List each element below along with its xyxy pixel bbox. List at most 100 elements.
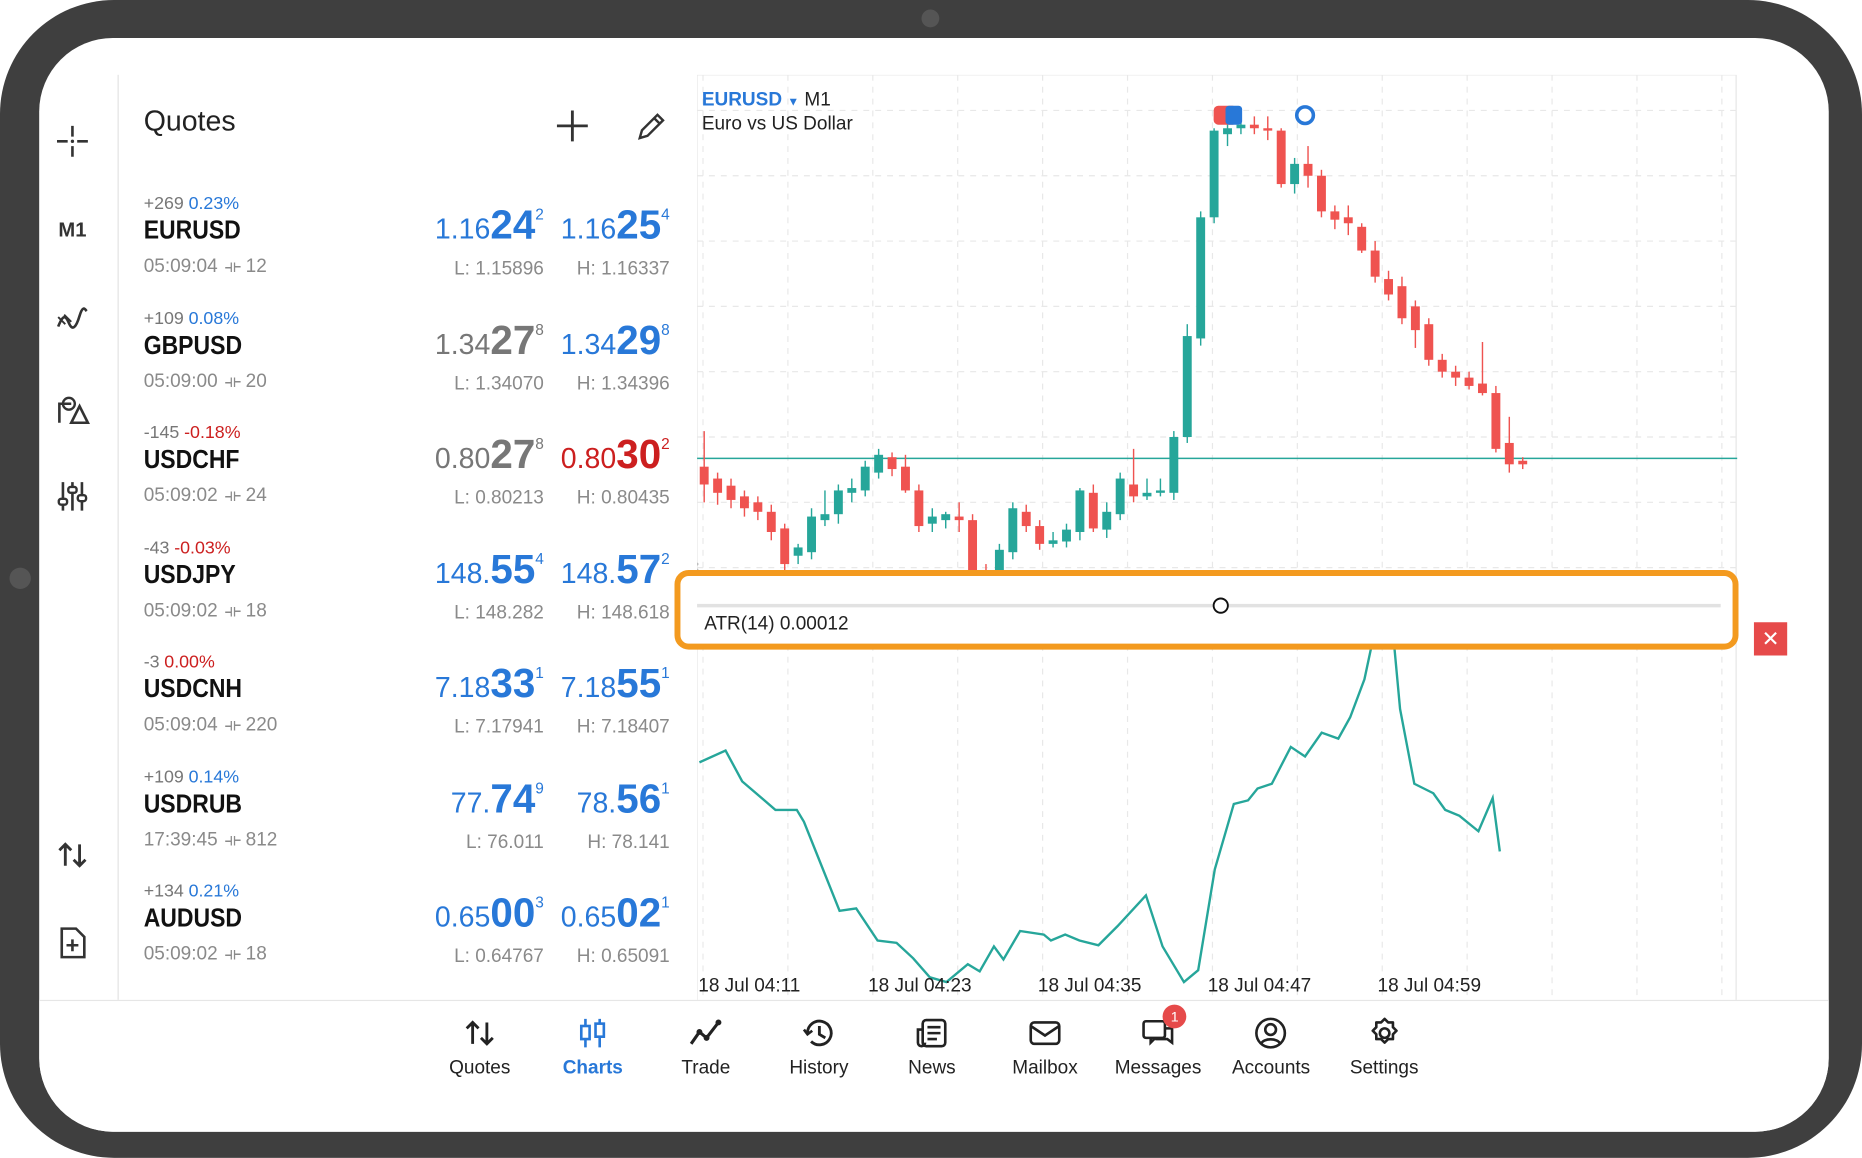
quote-row[interactable]: +134 0.21% AUDUSD 05:09:02 ⟛ 18 0.65003 0.65021… bbox=[119, 881, 699, 995]
ask-price: 0.65021 bbox=[561, 891, 670, 937]
candle-body bbox=[1169, 437, 1179, 493]
nav-mailbox[interactable]: Mailbox bbox=[990, 1015, 1099, 1079]
quote-timestamp: 05:09:02 bbox=[143, 485, 218, 506]
bid-price-prefix: 148. bbox=[434, 557, 491, 590]
candle-body bbox=[1155, 490, 1165, 493]
nav-label: History bbox=[789, 1058, 849, 1079]
quote-timestamp: 17:39:45 bbox=[143, 829, 218, 850]
objects-tool[interactable] bbox=[49, 386, 97, 434]
change-percent: 0.23% bbox=[188, 193, 240, 214]
candle-body bbox=[968, 520, 978, 572]
quote-row[interactable]: +109 0.08% GBPUSD 05:09:00 ⟛ 20 1.34278 1.34298… bbox=[119, 308, 699, 422]
quote-row[interactable]: +269 0.23% EURUSD 05:09:04 ⟛ 12 1.16242 1.16254… bbox=[119, 194, 699, 308]
candle-body bbox=[1048, 540, 1058, 544]
candle-body bbox=[1088, 492, 1098, 529]
candle-body bbox=[1437, 359, 1447, 372]
chart-settings-tool[interactable] bbox=[49, 473, 97, 521]
candle-body bbox=[1397, 286, 1407, 319]
candle-body bbox=[793, 547, 803, 556]
remove-indicator-button[interactable]: ✕ bbox=[1753, 622, 1788, 656]
change-percent: 0.08% bbox=[188, 308, 240, 329]
chart-symbol[interactable]: EURUSD bbox=[702, 90, 782, 110]
candle-body bbox=[1303, 163, 1313, 176]
candle-body bbox=[1478, 383, 1487, 394]
edit-symbols-button[interactable] bbox=[632, 106, 672, 146]
bid-price-fraction: 8 bbox=[535, 434, 544, 453]
bid-price: 0.65003 bbox=[435, 891, 544, 937]
nav-settings[interactable]: Settings bbox=[1330, 1015, 1439, 1079]
quote-timestamp: 05:09:04 bbox=[143, 256, 218, 277]
ask-price: 0.80302 bbox=[561, 432, 670, 478]
candle-body bbox=[847, 488, 857, 493]
quote-spread: 18 bbox=[245, 600, 267, 621]
ask-price: 1.16254 bbox=[561, 203, 670, 249]
crosshair-tool[interactable] bbox=[49, 118, 97, 166]
ask-price-prefix: 0.65 bbox=[560, 901, 617, 934]
candle-body bbox=[1370, 250, 1380, 277]
candle-body bbox=[713, 478, 723, 493]
candle-body bbox=[1424, 324, 1434, 360]
ask-price-fraction: 1 bbox=[661, 778, 670, 797]
nav-messages[interactable]: 1 Messages bbox=[1103, 1004, 1212, 1079]
ask-price-prefix: 7.18 bbox=[560, 672, 617, 705]
atr-indicator-header[interactable]: ATR(14) 0.00012 bbox=[674, 570, 1739, 650]
timeframe-button[interactable]: M1 bbox=[49, 207, 97, 255]
order-marker-icon[interactable] bbox=[1294, 105, 1316, 126]
new-order-tool[interactable] bbox=[49, 919, 97, 967]
price-chart[interactable] bbox=[690, 74, 1738, 1013]
quote-row[interactable]: +109 0.14% USDRUB 17:39:45 ⟛ 812 77.749 78.561 L… bbox=[119, 767, 699, 881]
add-symbol-button[interactable] bbox=[552, 106, 592, 146]
nav-charts[interactable]: Charts bbox=[538, 1015, 647, 1079]
indicators-tool[interactable] bbox=[49, 295, 97, 343]
quote-row[interactable]: -43 -0.03% USDJPY 05:09:02 ⟛ 18 148.554 148.572… bbox=[119, 537, 699, 651]
quote-timestamp: 05:09:02 bbox=[143, 944, 218, 965]
change-percent: 0.00% bbox=[164, 651, 215, 673]
bid-price: 77.749 bbox=[451, 776, 544, 822]
sliders-icon bbox=[57, 482, 88, 511]
symbol-dropdown-icon[interactable]: ▼ bbox=[787, 96, 799, 109]
nav-quotes[interactable]: Quotes bbox=[425, 1015, 534, 1079]
candle-body bbox=[954, 516, 964, 521]
trade-arrows-tool[interactable] bbox=[49, 831, 97, 879]
quote-spread: 812 bbox=[245, 829, 278, 850]
quote-time: 05:09:02 ⟛ 18 bbox=[144, 944, 267, 965]
candle-body bbox=[1035, 526, 1045, 544]
time-axis-label: 18 Jul 04:47 bbox=[1207, 976, 1312, 997]
nav-trade[interactable]: Trade bbox=[651, 1015, 760, 1079]
quote-change: +269 0.23% bbox=[144, 194, 239, 214]
candle-body bbox=[726, 485, 736, 500]
quote-symbol: USDCNH bbox=[143, 673, 243, 703]
crosshair-icon bbox=[57, 125, 88, 157]
chart-area[interactable]: EURUSD ▼ M1 Euro vs US Dollar bbox=[690, 74, 1738, 1013]
candle-body bbox=[1518, 460, 1528, 465]
quote-row[interactable]: -145 -0.18% USDCHF 05:09:02 ⟛ 24 0.80278 0.8030… bbox=[119, 423, 699, 537]
ask-price-prefix: 148. bbox=[560, 557, 617, 590]
bid-price-prefix: 1.16 bbox=[434, 213, 491, 246]
high-price: H: 1.16337 bbox=[576, 258, 670, 280]
quote-row[interactable]: -3 0.00% USDCNH 05:09:04 ⟛ 220 7.18331 7.18551 L… bbox=[119, 652, 699, 766]
candle-body bbox=[1343, 217, 1353, 224]
nav-label: Quotes bbox=[449, 1058, 511, 1079]
low-price: L: 148.282 bbox=[454, 602, 544, 623]
nav-label: Charts bbox=[562, 1058, 623, 1079]
ask-price-pips: 25 bbox=[616, 203, 662, 249]
change-percent: -0.03% bbox=[174, 537, 231, 558]
candle-body bbox=[1062, 529, 1071, 542]
spread-icon: ⟛ bbox=[224, 714, 241, 736]
candle-body bbox=[1410, 306, 1420, 331]
nav-news[interactable]: News bbox=[877, 1015, 986, 1079]
ask-price: 1.34298 bbox=[561, 318, 670, 364]
bid-price: 7.18331 bbox=[435, 661, 544, 707]
quotes-title: Quotes bbox=[143, 105, 236, 138]
news-icon bbox=[877, 1015, 986, 1051]
change-points: -43 bbox=[143, 537, 170, 558]
settings-icon bbox=[1330, 1015, 1439, 1051]
candle-body bbox=[1290, 163, 1300, 185]
trade-icon bbox=[651, 1015, 760, 1051]
chart-symbol-label[interactable]: EURUSD ▼ M1 bbox=[702, 90, 831, 111]
nav-history[interactable]: History bbox=[764, 1015, 873, 1079]
nav-accounts[interactable]: Accounts bbox=[1216, 1015, 1325, 1079]
buy-marker-icon[interactable] bbox=[1225, 105, 1243, 125]
time-axis-label: 18 Jul 04:11 bbox=[698, 976, 801, 997]
quote-spread: 20 bbox=[245, 371, 267, 392]
